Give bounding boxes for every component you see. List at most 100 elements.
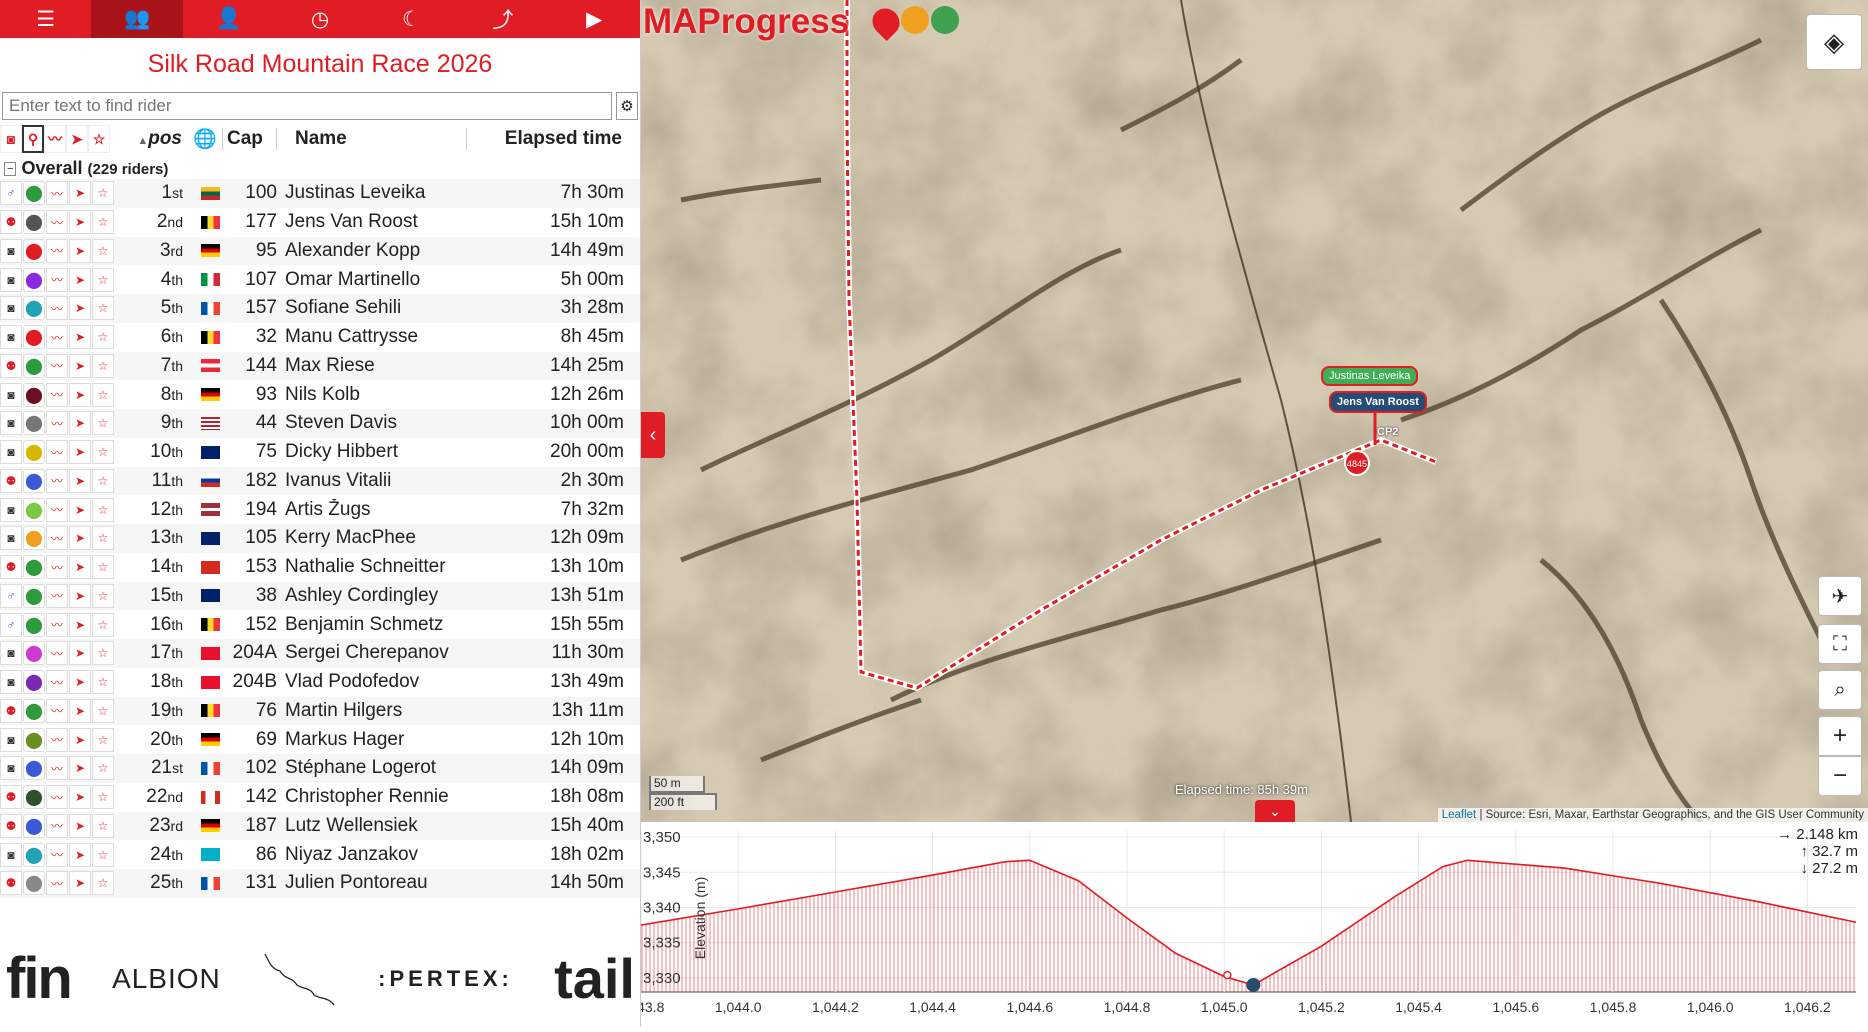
elevation-icon[interactable]: 〰	[46, 612, 68, 637]
rider-name[interactable]: Omar Martinello	[281, 269, 501, 291]
map-pin-icon[interactable]: ⬤	[23, 440, 45, 465]
elevation-icon[interactable]: 〰	[46, 411, 68, 436]
map-pin-icon[interactable]: ⬤	[23, 871, 45, 896]
map-pin-icon[interactable]: ⬤	[23, 325, 45, 350]
rider-type-icon[interactable]: ◙	[0, 842, 22, 867]
rider-type-icon[interactable]: ◙	[0, 641, 22, 666]
menu-tab[interactable]: ☰	[0, 0, 91, 38]
elevation-profile[interactable]: 1,043.8 1,044.0 1,044.2 1,044.4 1,044.6 1,044…	[618, 822, 1868, 1027]
rider-type-icon[interactable]: ◙	[0, 267, 22, 292]
favorite-star-icon[interactable]: ☆	[92, 353, 114, 378]
rider-name[interactable]: Nathalie Schneitter	[281, 556, 501, 578]
rider-name[interactable]: Markus Hager	[281, 729, 501, 751]
elevation-icon[interactable]: 〰	[46, 210, 68, 235]
stats-tab[interactable]: ⤴	[457, 0, 548, 38]
name-header[interactable]: Name	[276, 128, 466, 150]
photo-filter-icon[interactable]: ◙	[0, 125, 22, 153]
favorite-star-icon[interactable]: ☆	[92, 440, 114, 465]
locate-arrow-icon[interactable]: ➤	[69, 382, 91, 407]
rider-type-icon[interactable]: ⚉	[0, 555, 22, 580]
locate-arrow-icon[interactable]: ➤	[69, 842, 91, 867]
rider-label-van-roost[interactable]: Jens Van Roost	[1329, 391, 1427, 413]
favorite-star-icon[interactable]: ☆	[92, 497, 114, 522]
elevation-icon[interactable]: 〰	[46, 555, 68, 580]
map-pin-icon[interactable]: ⬤	[23, 238, 45, 263]
favorite-star-icon[interactable]: ☆	[92, 526, 114, 551]
favorite-star-icon[interactable]: ☆	[92, 325, 114, 350]
elevation-icon[interactable]: 〰	[46, 871, 68, 896]
rider-name[interactable]: Benjamin Schmetz	[281, 614, 501, 636]
map-pin-icon[interactable]: ⬤	[23, 785, 45, 810]
rider-name[interactable]: Sofiane Sehili	[281, 297, 501, 319]
rider-row[interactable]: ♂ ⬤ 〰 ➤ ☆ 16th 152 Benjamin Schmetz 15h 55m	[0, 610, 640, 639]
play-tab[interactable]: ▶	[549, 0, 640, 38]
elapsed-header[interactable]: Elapsed time	[466, 128, 640, 150]
map-pin-icon[interactable]: ⬤	[23, 813, 45, 838]
rider-type-icon[interactable]: ⚉	[0, 785, 22, 810]
map-pin-icon[interactable]: ⬤	[23, 526, 45, 551]
rider-name[interactable]: Manu Cattrysse	[281, 326, 501, 348]
locate-arrow-icon[interactable]: ➤	[69, 641, 91, 666]
locate-arrow-icon[interactable]: ➤	[69, 353, 91, 378]
elevation-chart[interactable]: 1,043.8 1,044.0 1,044.2 1,044.4 1,044.6 1,044…	[618, 822, 1868, 1027]
rider-type-icon[interactable]: ◙	[0, 670, 22, 695]
favorite-star-icon[interactable]: ☆	[92, 267, 114, 292]
riders-tab[interactable]: 👥	[91, 0, 183, 38]
rider-name[interactable]: Christopher Rennie	[281, 786, 501, 808]
rider-type-icon[interactable]: ◙	[0, 756, 22, 781]
rider-row[interactable]: ◙ ⬤ 〰 ➤ ☆ 4th 107 Omar Martinello 5h 00m	[0, 265, 640, 294]
favorite-star-icon[interactable]: ☆	[92, 468, 114, 493]
elevation-icon[interactable]: 〰	[46, 785, 68, 810]
favorite-star-icon[interactable]: ☆	[92, 727, 114, 752]
rider-search-input[interactable]	[2, 92, 612, 120]
map-pin-icon[interactable]: ⬤	[23, 497, 45, 522]
zoom-out-button[interactable]: −	[1818, 756, 1862, 796]
rider-row[interactable]: ◙ ⬤ 〰 ➤ ☆ 9th 44 Steven Davis 10h 00m	[0, 409, 640, 438]
elevation-icon[interactable]: 〰	[46, 698, 68, 723]
rider-row[interactable]: ⚉ ⬤ 〰 ➤ ☆ 23rd 187 Lutz Wellensiek 15h 40m	[0, 811, 640, 841]
rider-name[interactable]: Sergei Cherepanov	[281, 642, 501, 664]
locate-arrow-icon[interactable]: ➤	[69, 468, 91, 493]
rider-row[interactable]: ♂ ⬤ 〰 ➤ ☆ 15th 38 Ashley Cordingley 13h 51m	[0, 581, 640, 611]
rider-name[interactable]: Max Riese	[281, 355, 501, 377]
rider-name[interactable]: Dicky Hibbert	[281, 441, 501, 463]
map-pin-icon[interactable]: ⬤	[23, 210, 45, 235]
layers-button[interactable]: ◈	[1806, 14, 1862, 70]
rider-name[interactable]: Justinas Leveika	[281, 182, 501, 204]
locate-arrow-icon[interactable]: ➤	[69, 238, 91, 263]
favorite-star-icon[interactable]: ☆	[92, 785, 114, 810]
rider-type-icon[interactable]: ◙	[0, 382, 22, 407]
map-pin-icon[interactable]: ⬤	[23, 382, 45, 407]
rider-type-icon[interactable]: ⚉	[0, 210, 22, 235]
locate-arrow-icon[interactable]: ➤	[69, 583, 91, 608]
locate-arrow-icon[interactable]: ➤	[69, 325, 91, 350]
elevation-icon[interactable]: 〰	[46, 267, 68, 292]
pin-filter-icon[interactable]: ⚲	[22, 125, 44, 153]
elevation-icon[interactable]: 〰	[46, 468, 68, 493]
rider-type-icon[interactable]: ⚉	[0, 353, 22, 378]
map-pin-icon[interactable]: ⬤	[23, 353, 45, 378]
favorite-star-icon[interactable]: ☆	[92, 670, 114, 695]
rider-row[interactable]: ◙ ⬤ 〰 ➤ ☆ 24th 86 Niyaz Janzakov 18h 02m	[0, 840, 640, 869]
rider-row[interactable]: ◙ ⬤ 〰 ➤ ☆ 10th 75 Dicky Hibbert 20h 00m	[0, 438, 640, 467]
locate-arrow-icon[interactable]: ➤	[69, 785, 91, 810]
rider-name[interactable]: Lutz Wellensiek	[281, 815, 501, 837]
night-tab[interactable]: ☾	[366, 0, 457, 38]
sort-pos-header[interactable]: ▲pos	[110, 128, 188, 150]
rider-name[interactable]: Ashley Cordingley	[281, 585, 501, 607]
rider-row[interactable]: ⚉ ⬤ 〰 ➤ ☆ 14th 153 Nathalie Schneitter 13h 10m	[0, 553, 640, 582]
map-pin-icon[interactable]: ⬤	[23, 267, 45, 292]
locate-arrow-icon[interactable]: ➤	[69, 727, 91, 752]
map-pin-icon[interactable]: ⬤	[23, 727, 45, 752]
rider-name[interactable]: Martin Hilgers	[281, 700, 501, 722]
map-pin-icon[interactable]: ⬤	[23, 670, 45, 695]
toggle-elevation-button[interactable]: ⌄	[1255, 800, 1295, 822]
locate-arrow-icon[interactable]: ➤	[69, 497, 91, 522]
rider-type-icon[interactable]: ◙	[0, 296, 22, 321]
fullscreen-icon[interactable]: ⛶	[1818, 624, 1862, 664]
rider-type-icon[interactable]: ⚉	[0, 871, 22, 896]
rider-type-icon[interactable]: ◙	[0, 440, 22, 465]
locate-arrow-icon[interactable]: ➤	[69, 526, 91, 551]
clock-tab[interactable]: ◷	[274, 0, 365, 38]
rider-name[interactable]: Vlad Podofedov	[281, 671, 501, 693]
